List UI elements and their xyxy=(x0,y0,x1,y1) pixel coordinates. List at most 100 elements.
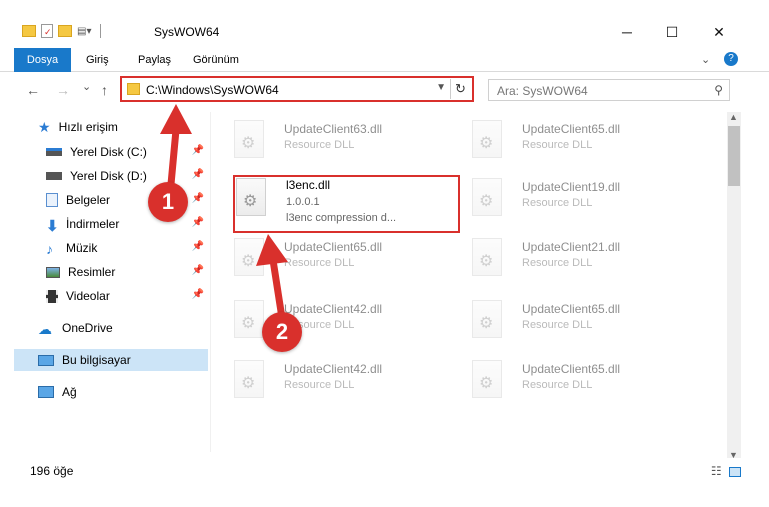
file-list: UpdateClient63.dll Resource DLL UpdateCl… xyxy=(212,110,724,458)
sidebar-item-quick-access[interactable]: ★ Hızlı erişim xyxy=(14,116,208,138)
file-name: UpdateClient65.dll xyxy=(522,302,621,316)
sidebar-item-label: Hızlı erişim xyxy=(58,120,118,134)
new-folder-icon[interactable] xyxy=(58,25,72,37)
tiles-view-icon[interactable] xyxy=(729,466,741,477)
step-badge-2: 2 xyxy=(262,312,302,352)
address-dropdown-icon[interactable]: ▼ xyxy=(436,82,446,93)
dll-file-icon xyxy=(472,238,502,276)
forward-button[interactable]: → xyxy=(56,82,70,98)
sidebar-item-label: OneDrive xyxy=(62,321,113,335)
sidebar-item-videolar[interactable]: Videolar 📌 xyxy=(14,285,208,307)
view-toggle[interactable]: ☷ xyxy=(711,464,741,478)
close-button[interactable]: ✕ xyxy=(704,24,734,41)
sidebar-item-onedrive[interactable]: ☁ OneDrive xyxy=(14,317,208,339)
tab-gorunum[interactable]: Görünüm xyxy=(193,48,239,72)
address-path[interactable]: C:\Windows\SysWOW64 xyxy=(146,83,279,97)
dll-file-icon xyxy=(472,178,502,216)
file-name: UpdateClient21.dll xyxy=(522,240,621,254)
help-icon[interactable]: ? xyxy=(724,52,738,66)
drive-icon xyxy=(46,172,62,180)
properties-icon[interactable]: ✓ xyxy=(41,24,53,38)
pin-icon[interactable]: 📌 xyxy=(192,217,204,228)
sidebar-item-ag[interactable]: Ağ xyxy=(14,381,208,403)
title-bar: ✓ ▤▾ SysWOW64 ─ ☐ ✕ xyxy=(0,0,769,48)
sidebar-item-label: Yerel Disk (C:) xyxy=(70,145,147,159)
pin-icon[interactable]: 📌 xyxy=(192,241,204,252)
pin-icon[interactable]: 📌 xyxy=(192,169,204,180)
recent-locations-button[interactable]: ⌄ xyxy=(82,80,91,93)
refresh-button[interactable]: ↻ xyxy=(450,79,470,99)
scroll-thumb[interactable] xyxy=(728,126,740,186)
picture-icon xyxy=(46,266,60,278)
file-item[interactable]: UpdateClient65.dll Resource DLL xyxy=(450,292,680,350)
sidebar-item-label: Yerel Disk (D:) xyxy=(70,169,147,183)
navigation-pane: ★ Hızlı erişim Yerel Disk (C:) 📌 Yerel D… xyxy=(14,112,210,452)
status-bar: 196 öğe ☷ xyxy=(0,458,769,486)
file-name: UpdateClient63.dll xyxy=(284,122,383,136)
up-button[interactable]: ↑ xyxy=(101,82,108,98)
file-item[interactable]: UpdateClient21.dll Resource DLL xyxy=(450,230,680,288)
ribbon: Dosya Giriş Paylaş Görünüm ⌄ ? xyxy=(0,48,769,72)
scroll-up-icon[interactable]: ▲ xyxy=(729,112,738,122)
file-name: UpdateClient19.dll xyxy=(522,180,621,194)
dll-file-icon xyxy=(472,300,502,338)
details-view-icon[interactable]: ☷ xyxy=(711,464,722,478)
address-bar[interactable]: C:\Windows\SysWOW64 ▼ ↻ xyxy=(120,76,474,102)
pin-icon[interactable]: 📌 xyxy=(192,145,204,156)
sidebar-item-disk-c[interactable]: Yerel Disk (C:) 📌 xyxy=(14,141,208,163)
pin-icon[interactable]: 📌 xyxy=(192,193,204,204)
file-description: Resource DLL xyxy=(522,197,593,209)
file-description: Resource DLL xyxy=(522,257,593,269)
file-name: UpdateClient65.dll xyxy=(284,240,383,254)
file-item[interactable]: UpdateClient65.dll Resource DLL xyxy=(212,230,442,288)
file-description: Resource DLL xyxy=(284,379,355,391)
file-description: Resource DLL xyxy=(284,139,355,151)
file-item[interactable]: UpdateClient65.dll Resource DLL xyxy=(450,112,680,170)
search-box[interactable]: Ara: SysWOW64 ⚲ xyxy=(488,79,730,101)
sidebar-item-resimler[interactable]: Resimler 📌 xyxy=(14,261,208,283)
window-title: SysWOW64 xyxy=(154,25,220,39)
download-icon: ⬇ xyxy=(46,218,59,235)
file-item[interactable]: UpdateClient65.dll Resource DLL xyxy=(450,352,680,410)
pin-icon[interactable]: 📌 xyxy=(192,265,204,276)
sidebar-item-disk-d[interactable]: Yerel Disk (D:) 📌 xyxy=(14,165,208,187)
customize-toolbar-icon[interactable]: ▤▾ xyxy=(77,26,91,37)
tab-giris[interactable]: Giriş xyxy=(86,48,109,72)
tab-paylas[interactable]: Paylaş xyxy=(138,48,171,72)
dll-file-icon xyxy=(472,120,502,158)
drive-icon xyxy=(46,148,62,156)
file-description: Resource DLL xyxy=(522,379,593,391)
cloud-icon: ☁ xyxy=(38,321,52,337)
search-icon[interactable]: ⚲ xyxy=(714,83,723,97)
sidebar-item-label: Resimler xyxy=(68,265,116,279)
sidebar-item-label: Bu bilgisayar xyxy=(62,353,131,367)
file-item[interactable]: UpdateClient42.dll Resource DLL xyxy=(212,292,442,350)
dll-file-icon xyxy=(234,120,264,158)
pin-icon[interactable]: 📌 xyxy=(192,289,204,300)
back-button[interactable]: ← xyxy=(26,82,40,98)
window-bottom-edge xyxy=(0,486,769,507)
search-input[interactable]: Ara: SysWOW64 xyxy=(497,84,588,98)
file-name: UpdateClient65.dll xyxy=(522,362,621,376)
dll-file-icon xyxy=(234,300,264,338)
file-name: UpdateClient65.dll xyxy=(522,122,621,136)
file-name: UpdateClient42.dll xyxy=(284,302,383,316)
sidebar-item-muzik[interactable]: ♪ Müzik 📌 xyxy=(14,237,208,259)
file-item[interactable]: UpdateClient19.dll Resource DLL xyxy=(450,170,680,228)
item-count: 196 öğe xyxy=(30,464,74,478)
dll-file-icon xyxy=(472,360,502,398)
star-icon: ★ xyxy=(38,118,51,135)
file-item[interactable]: UpdateClient63.dll Resource DLL xyxy=(212,112,442,170)
sidebar-item-bu-bilgisayar[interactable]: Bu bilgisayar xyxy=(14,349,208,371)
scrollbar[interactable]: ▲ ▼ xyxy=(727,112,741,460)
maximize-button[interactable]: ☐ xyxy=(657,24,687,41)
chevron-down-icon[interactable]: ⌄ xyxy=(701,53,710,66)
dll-file-icon xyxy=(234,360,264,398)
minimize-button[interactable]: ─ xyxy=(612,24,642,40)
file-item[interactable]: UpdateClient42.dll Resource DLL xyxy=(212,352,442,410)
dll-file-icon xyxy=(234,238,264,276)
highlight-frame xyxy=(233,175,460,233)
toolbar-separator xyxy=(100,24,102,38)
folder-icon xyxy=(127,83,140,95)
tab-dosya[interactable]: Dosya xyxy=(14,48,71,72)
